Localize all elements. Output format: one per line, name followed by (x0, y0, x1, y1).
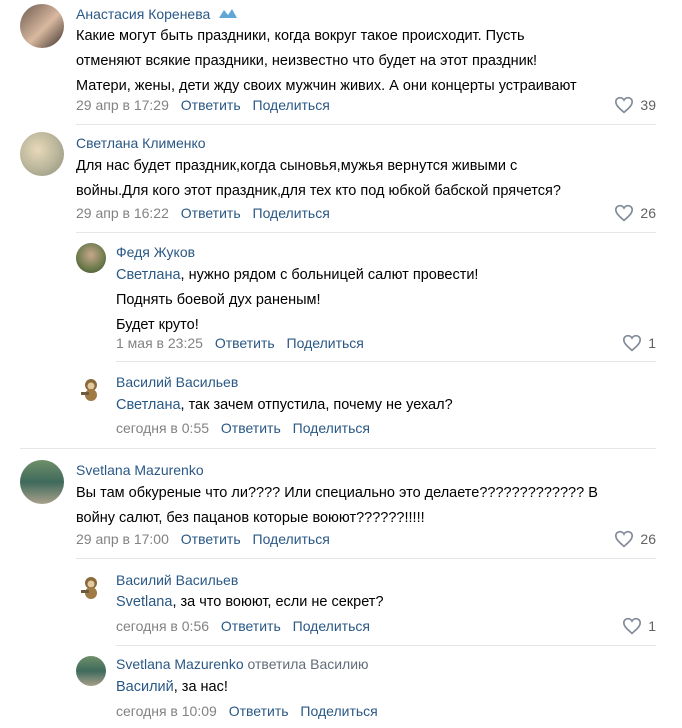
avatar[interactable] (20, 4, 64, 48)
reply-to-label[interactable]: ответила Василию (248, 656, 369, 672)
heart-outline-icon (615, 530, 634, 548)
share-link[interactable]: Поделиться (253, 205, 330, 221)
mention-link[interactable]: Svetlana (116, 594, 172, 610)
comment-text-fragment: , за нас! (173, 679, 228, 695)
like-button[interactable]: 1 (622, 617, 656, 635)
share-link[interactable]: Поделиться (293, 618, 370, 634)
comment-text-fragment: , так зачем отпустила, почему не уехал? (180, 397, 453, 413)
comment-meta: 29 апр в 16:22 Ответить Поделиться (76, 205, 330, 221)
comment-meta: 29 апр в 17:00 Ответить Поделиться (76, 531, 330, 547)
comment-text-line: Для нас будет праздник,когда сыновья,муж… (76, 158, 518, 174)
author-name-text[interactable]: Svetlana Mazurenko (116, 656, 244, 672)
comment-text: Svetlana, за что воюют, если не секрет? (116, 590, 384, 615)
comment-text-line: Вы там обкуреные что ли???? Или специаль… (76, 485, 598, 501)
comment-date[interactable]: сегодня в 0:55 (116, 420, 209, 436)
like-count: 26 (640, 531, 656, 547)
heart-outline-icon (623, 617, 642, 635)
comment-text: Для нас будет праздник,когда сыновья,муж… (76, 154, 561, 204)
avatar[interactable] (76, 374, 106, 404)
reply-link[interactable]: Ответить (215, 335, 275, 351)
reply-link[interactable]: Ответить (221, 618, 281, 634)
monkey-avatar-icon (81, 577, 97, 599)
comment-text-line: Василий, за нас! (116, 675, 228, 700)
comment-meta: сегодня в 10:09 Ответить Поделиться (116, 703, 378, 719)
like-count: 1 (648, 335, 656, 351)
comment-date[interactable]: 29 апр в 16:22 (76, 205, 169, 221)
share-link[interactable]: Поделиться (293, 420, 370, 436)
reply-link[interactable]: Ответить (181, 205, 241, 221)
divider (76, 124, 656, 125)
mention-link[interactable]: Василий (116, 679, 174, 695)
like-count: 1 (648, 618, 656, 634)
comment-text-fragment: , за что воюют, если не секрет? (172, 594, 384, 610)
reply-link[interactable]: Ответить (181, 97, 241, 113)
comment-text-line: Какие могут быть праздники, когда вокруг… (76, 28, 525, 44)
monkey-avatar-icon (81, 379, 97, 401)
comment-date[interactable]: сегодня в 0:56 (116, 618, 209, 634)
avatar[interactable] (76, 243, 106, 273)
divider (20, 448, 656, 449)
comment-meta: 1 мая в 23:25 Ответить Поделиться (116, 335, 364, 351)
comment-meta: сегодня в 0:56 Ответить Поделиться (116, 618, 370, 634)
divider (76, 232, 656, 233)
like-button[interactable]: 26 (614, 530, 656, 548)
comment-text-line: Светлана, так зачем отпустила, почему не… (116, 393, 453, 418)
share-link[interactable]: Поделиться (253, 97, 330, 113)
comment-text: Василий, за нас! (116, 675, 228, 700)
like-count: 26 (640, 205, 656, 221)
comment-meta: 29 апр в 17:29 Ответить Поделиться (76, 97, 330, 113)
comment-date[interactable]: 29 апр в 17:29 (76, 97, 169, 113)
author-name[interactable]: Анастасия Коренева (76, 6, 238, 22)
comment-date[interactable]: 29 апр в 17:00 (76, 531, 169, 547)
comment-text-line: войны.Для кого этот праздник,для тех кто… (76, 183, 561, 199)
like-button[interactable]: 26 (614, 204, 656, 222)
heart-outline-icon (623, 334, 642, 352)
reply-link[interactable]: Ответить (221, 420, 281, 436)
divider (116, 645, 656, 646)
like-button[interactable]: 39 (614, 96, 656, 114)
comment-text: Светлана, так зачем отпустила, почему не… (116, 393, 453, 418)
reply-link[interactable]: Ответить (181, 531, 241, 547)
heart-outline-icon (615, 96, 634, 114)
comment-text-line: Svetlana, за что воюют, если не секрет? (116, 590, 384, 615)
share-link[interactable]: Поделиться (287, 335, 364, 351)
comment-text: Какие могут быть праздники, когда вокруг… (76, 24, 577, 99)
comment-text-line: Поднять боевой дух раненым! (116, 292, 321, 308)
comment-meta: сегодня в 0:55 Ответить Поделиться (116, 420, 370, 436)
comment-text: Вы там обкуреные что ли???? Или специаль… (76, 481, 598, 531)
divider (116, 361, 656, 362)
comment-text-line: войну салют, без пацанов которые воюют??… (76, 510, 425, 526)
author-name-text[interactable]: Анастасия Коренева (76, 6, 210, 22)
comment-text-line: Светлана, нужно рядом с больницей салют … (116, 263, 478, 288)
mention-link[interactable]: Светлана (116, 267, 181, 283)
avatar[interactable] (20, 460, 64, 504)
author-name[interactable]: Василий Васильев (116, 572, 238, 588)
comment-date[interactable]: 1 мая в 23:25 (116, 335, 203, 351)
author-name[interactable]: Федя Жуков (116, 244, 195, 260)
author-name: Svetlana Mazurenko ответила Василию (116, 656, 369, 672)
avatar[interactable] (20, 132, 64, 176)
like-count: 39 (640, 97, 656, 113)
comment-text-fragment: , нужно рядом с больницей салют провести… (180, 267, 479, 283)
share-link[interactable]: Поделиться (300, 703, 377, 719)
avatar[interactable] (76, 572, 106, 602)
author-name[interactable]: Светлана Клименко (76, 135, 206, 151)
like-button[interactable]: 1 (622, 334, 656, 352)
divider (76, 558, 656, 559)
avatar[interactable] (76, 656, 106, 686)
author-name[interactable]: Василий Васильев (116, 374, 238, 390)
verified-badge-icon (219, 9, 238, 18)
comment-text-line: отменяют всякие праздники, неизвестно чт… (76, 53, 538, 69)
comment-text-line: Матери, жены, дети жду своих мужчин живи… (76, 78, 577, 94)
comment-date[interactable]: сегодня в 10:09 (116, 703, 217, 719)
mention-link[interactable]: Светлана (116, 397, 181, 413)
reply-link[interactable]: Ответить (229, 703, 289, 719)
share-link[interactable]: Поделиться (253, 531, 330, 547)
comment-text: Светлана, нужно рядом с больницей салют … (116, 263, 478, 338)
heart-outline-icon (615, 204, 634, 222)
author-name[interactable]: Svetlana Mazurenko (76, 462, 204, 478)
